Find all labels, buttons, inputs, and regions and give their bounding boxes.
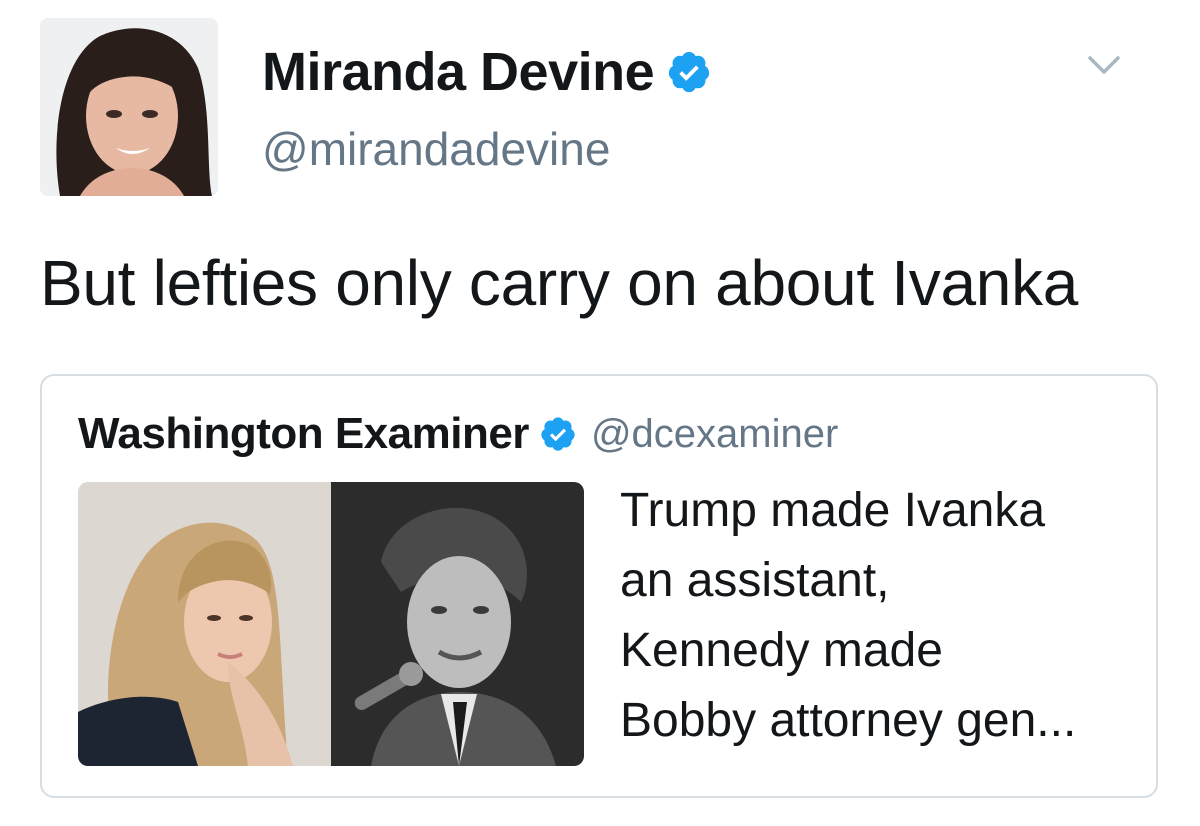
author-handle[interactable]: @mirandadevine <box>262 122 610 176</box>
author-name-row[interactable]: Miranda Devine <box>262 40 712 104</box>
verified-badge-icon <box>539 415 577 453</box>
quoted-text-line: Bobby attorney gen... <box>620 694 1077 747</box>
chevron-down-icon[interactable] <box>1084 48 1124 84</box>
photo-right <box>331 482 584 766</box>
avatar[interactable] <box>40 18 218 196</box>
tweet-text: But lefties only carry on about Ivanka <box>40 247 1079 319</box>
quoted-text-line: Trump made Ivanka <box>620 484 1046 537</box>
quoted-tweet-text: Trump made Ivanka an assistant, Kennedy … <box>620 476 1140 756</box>
quoted-media-thumbnail[interactable] <box>78 482 584 766</box>
quoted-author-display-name[interactable]: Washington Examiner <box>78 409 529 459</box>
quoted-tweet-card[interactable]: Washington Examiner @dcexaminer Trump ma… <box>40 374 1158 798</box>
author-display-name[interactable]: Miranda Devine <box>262 41 655 103</box>
quoted-text-line: an assistant, <box>620 554 890 607</box>
quoted-author-row[interactable]: Washington Examiner @dcexaminer <box>78 406 838 462</box>
avatar-image <box>40 18 218 196</box>
quoted-author-handle[interactable]: @dcexaminer <box>591 412 838 457</box>
quoted-text-line: Kennedy made <box>620 624 943 677</box>
verified-badge-icon <box>666 49 712 95</box>
photo-left <box>78 482 331 766</box>
